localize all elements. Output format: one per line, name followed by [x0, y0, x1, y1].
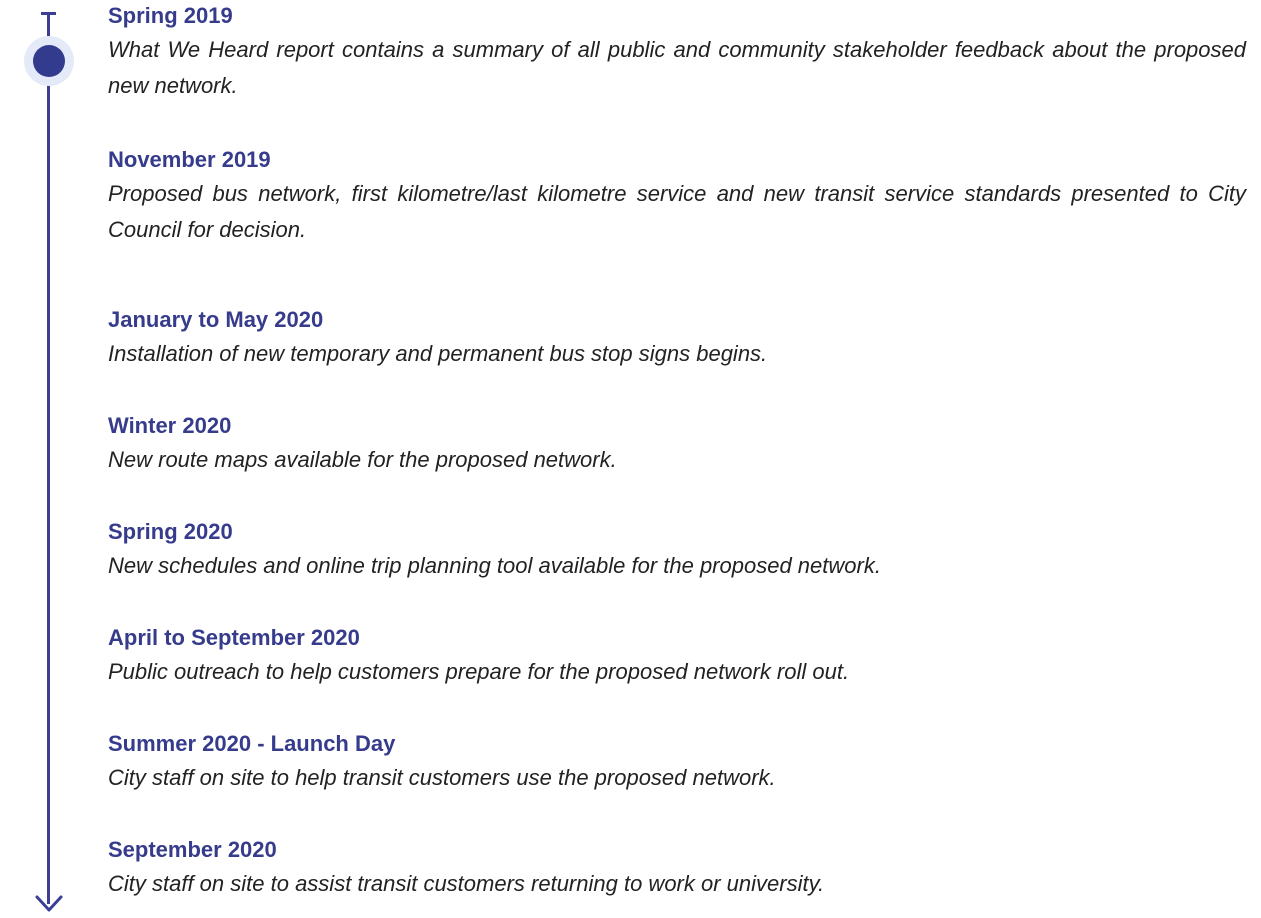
timeline-line [47, 14, 50, 904]
entry-date: November 2019 [108, 147, 271, 172]
timeline-entry: January to May 2020 Installation of new … [108, 306, 1246, 372]
entry-date: January to May 2020 [108, 307, 324, 332]
entry-description: City staff on site to help transit custo… [108, 765, 776, 790]
entry-date: Summer 2020 - Launch Day [108, 731, 396, 756]
entry-description: Proposed bus network, first kilometre/la… [108, 181, 1246, 242]
timeline-track [0, 0, 90, 918]
entry-description: New route maps available for the propose… [108, 447, 617, 472]
entry-description: New schedules and online trip planning t… [108, 553, 881, 578]
entry-description: Public outreach to help customers prepar… [108, 659, 850, 684]
timeline-entry: November 2019 Proposed bus network, firs… [108, 146, 1246, 248]
timeline-entry: Summer 2020 - Launch Day City staff on s… [108, 730, 1246, 796]
timeline-entry: Spring 2020 New schedules and online tri… [108, 518, 1246, 584]
timeline-current-marker-icon [33, 45, 65, 77]
entry-description: What We Heard report contains a summary … [108, 37, 1246, 98]
entry-description: City staff on site to assist transit cus… [108, 871, 825, 896]
timeline-entry: Spring 2019 What We Heard report contain… [108, 2, 1246, 104]
entry-date: Spring 2020 [108, 519, 233, 544]
timeline-arrow-down-icon [35, 895, 63, 912]
timeline-entry: September 2020 City staff on site to ass… [108, 836, 1246, 902]
entry-date: Spring 2019 [108, 3, 233, 28]
entry-date: Winter 2020 [108, 413, 232, 438]
entry-date: April to September 2020 [108, 625, 360, 650]
timeline-entry: Winter 2020 New route maps available for… [108, 412, 1246, 478]
entry-date: September 2020 [108, 837, 277, 862]
timeline-entry: April to September 2020 Public outreach … [108, 624, 1246, 690]
entry-description: Installation of new temporary and perman… [108, 341, 768, 366]
